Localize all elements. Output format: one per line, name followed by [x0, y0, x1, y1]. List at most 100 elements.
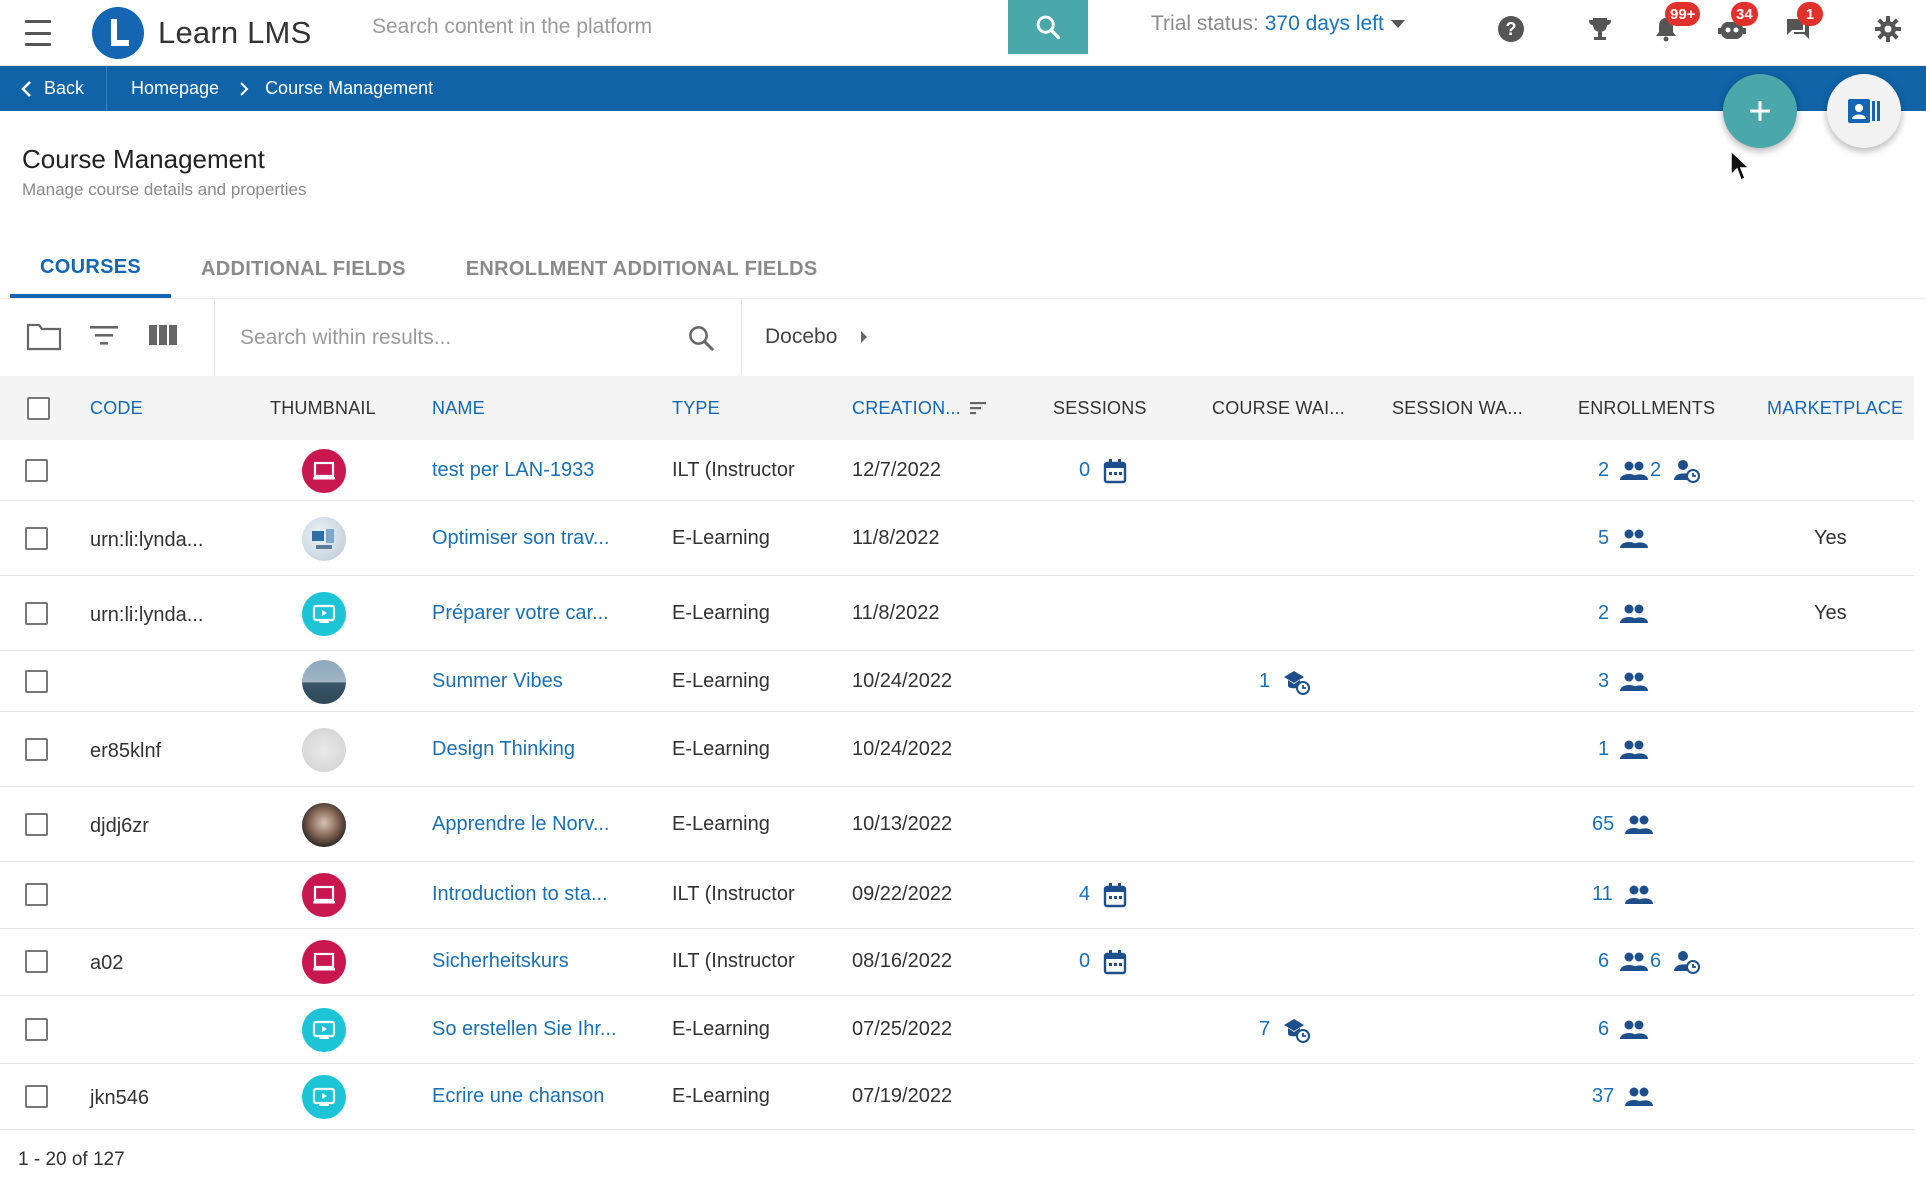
app-logo[interactable]: Learn LMS: [92, 0, 350, 66]
row-checkbox[interactable]: [25, 1018, 48, 1041]
breadcrumb-homepage[interactable]: Homepage: [131, 78, 219, 99]
row-checkbox[interactable]: [25, 669, 48, 693]
row-checkbox[interactable]: [25, 526, 48, 550]
course-name-link[interactable]: Apprendre le Norv...: [432, 813, 610, 836]
global-search-button[interactable]: [1008, 0, 1088, 54]
course-waitlist-button[interactable]: [1282, 669, 1310, 700]
back-button[interactable]: Back: [0, 66, 107, 111]
enrollment-pending-count[interactable]: 2: [1650, 459, 1661, 482]
row-checkbox[interactable]: [25, 458, 48, 482]
enrollments-button[interactable]: [1619, 528, 1649, 555]
column-marketplace[interactable]: MARKETPLACE: [1767, 376, 1903, 440]
enrollments-count[interactable]: 65: [1592, 813, 1614, 836]
table-row[interactable]: So erstellen Sie Ihr... E-Learning 07/25/2…: [0, 996, 1914, 1064]
breadcrumb-current: Course Management: [265, 78, 434, 98]
sessions-calendar-button[interactable]: [1103, 882, 1127, 913]
enrollments-button[interactable]: [1619, 1019, 1649, 1046]
help-icon[interactable]: ?: [1494, 12, 1528, 46]
column-name[interactable]: NAME: [432, 376, 485, 440]
row-checkbox[interactable]: [25, 601, 48, 625]
enrollments-count[interactable]: 37: [1592, 1085, 1614, 1108]
tab-enrollment-additional-fields[interactable]: ENROLLMENT ADDITIONAL FIELDS: [436, 240, 848, 298]
row-checkbox[interactable]: [25, 950, 48, 973]
course-waitlist-button[interactable]: [1282, 1017, 1310, 1048]
table-row[interactable]: test per LAN-1933 ILT (Instructor 12/7/202…: [0, 440, 1914, 501]
enrollments-count[interactable]: 6: [1598, 950, 1609, 973]
sessions-count[interactable]: 4: [1079, 883, 1090, 906]
enrollments-button[interactable]: [1619, 739, 1649, 766]
row-checkbox[interactable]: [25, 883, 48, 906]
enrollments-count[interactable]: 3: [1598, 670, 1609, 693]
elearning-course-thumbnail: [302, 591, 346, 636]
course-name-link[interactable]: test per LAN-1933: [432, 459, 594, 482]
enrollments-button[interactable]: [1619, 671, 1649, 698]
branch-selector[interactable]: Docebo: [765, 325, 869, 349]
course-name-link[interactable]: Introduction to sta...: [432, 883, 608, 906]
bot-icon[interactable]: 34: [1715, 2, 1758, 46]
column-creation-date[interactable]: CREATION...: [852, 376, 987, 440]
messages-icon[interactable]: 1: [1781, 2, 1823, 46]
enrollments-count[interactable]: 2: [1598, 602, 1609, 625]
sessions-calendar-button[interactable]: [1103, 458, 1127, 489]
course-name-link[interactable]: Summer Vibes: [432, 670, 563, 693]
settings-gear-icon[interactable]: [1871, 12, 1905, 46]
course-waitlist-count[interactable]: 1: [1259, 670, 1270, 693]
tab-courses[interactable]: COURSES: [10, 240, 172, 298]
enrollments-button[interactable]: [1619, 951, 1649, 978]
enrollments-button[interactable]: [1624, 1086, 1654, 1113]
enrollment-pending-button[interactable]: [1673, 949, 1701, 980]
columns-icon[interactable]: [148, 323, 178, 347]
table-row[interactable]: a02 Sicherheitskurs ILT (Instructor 08/16/2…: [0, 928, 1914, 996]
search-icon[interactable]: [686, 323, 716, 353]
enrollments-count[interactable]: 6: [1598, 1018, 1609, 1041]
folder-icon[interactable]: [26, 321, 62, 351]
course-catalog-button[interactable]: [1827, 74, 1901, 148]
column-code[interactable]: CODE: [90, 376, 143, 440]
sort-icon[interactable]: [969, 400, 987, 416]
table-row[interactable]: urn:li:lynda... Optimiser son trav... E-Le…: [0, 501, 1914, 576]
row-checkbox[interactable]: [25, 812, 48, 836]
row-checkbox[interactable]: [25, 1085, 48, 1108]
table-row[interactable]: djdj6zr Apprendre le Norv... E-Learning 10/…: [0, 787, 1914, 862]
enrollments-button[interactable]: [1619, 460, 1649, 487]
results-search-input[interactable]: Search within results...: [240, 326, 451, 350]
row-checkbox[interactable]: [25, 737, 48, 761]
course-name-link[interactable]: So erstellen Sie Ihr...: [432, 1018, 617, 1041]
course-waitlist-count[interactable]: 7: [1259, 1018, 1270, 1041]
column-type[interactable]: TYPE: [672, 376, 720, 440]
table-row[interactable]: jkn546 Ecrire une chanson E-Learning 07/19/…: [0, 1064, 1914, 1130]
add-course-button[interactable]: [1723, 74, 1797, 148]
enrollment-pending-count[interactable]: 6: [1650, 950, 1661, 973]
table-row[interactable]: urn:li:lynda... Préparer votre car... E-Le…: [0, 576, 1914, 651]
enrollments-count[interactable]: 5: [1598, 527, 1609, 550]
tab-additional-fields[interactable]: ADDITIONAL FIELDS: [171, 240, 436, 298]
table-row[interactable]: er85klnf Design Thinking E-Learning 10/24/2…: [0, 712, 1914, 787]
course-name-link[interactable]: Design Thinking: [432, 738, 575, 761]
users-icon: [1620, 740, 1648, 759]
course-name-link[interactable]: Ecrire une chanson: [432, 1085, 604, 1108]
course-name-link[interactable]: Préparer votre car...: [432, 602, 609, 625]
sessions-count[interactable]: 0: [1079, 950, 1090, 973]
trophy-icon[interactable]: [1583, 12, 1617, 46]
filter-icon[interactable]: [89, 323, 119, 347]
select-all-checkbox[interactable]: [27, 397, 50, 420]
table-row[interactable]: Summer Vibes E-Learning 10/24/2022 1 3: [0, 651, 1914, 712]
notifications-bell-icon[interactable]: 99+: [1649, 2, 1701, 46]
enrollments-button[interactable]: [1624, 884, 1654, 911]
global-search-input[interactable]: Search content in the platform: [350, 0, 1008, 54]
enrollments-count[interactable]: 2: [1598, 459, 1609, 482]
enrollment-pending-button[interactable]: [1673, 458, 1701, 489]
course-name-link[interactable]: Sicherheitskurs: [432, 950, 569, 973]
enrollments-count[interactable]: 1: [1598, 738, 1609, 761]
enrollments-button[interactable]: [1624, 814, 1654, 841]
users-icon: [1625, 815, 1653, 834]
enrollments-button[interactable]: [1619, 603, 1649, 630]
sessions-count[interactable]: 0: [1079, 459, 1090, 482]
course-name-link[interactable]: Optimiser son trav...: [432, 527, 609, 550]
hamburger-menu-icon[interactable]: [22, 18, 54, 48]
table-row[interactable]: Introduction to sta... ILT (Instructor 09/…: [0, 861, 1914, 929]
sessions-calendar-button[interactable]: [1103, 949, 1127, 980]
global-search-placeholder: Search content in the platform: [372, 15, 653, 38]
trial-status-dropdown[interactable]: Trial status: 370 days left: [1151, 12, 1406, 36]
enrollments-count[interactable]: 11: [1592, 883, 1613, 906]
